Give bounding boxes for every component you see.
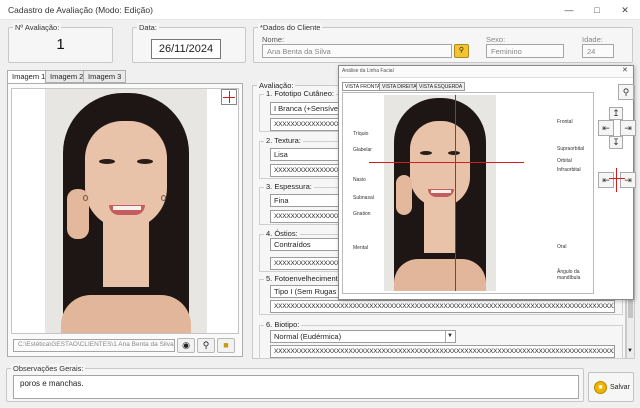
folder-icon[interactable]: ■	[217, 338, 235, 353]
image-path-field[interactable]: C:\Estética\GESTAO\CLIENTES\1 Ana Benta …	[13, 339, 175, 352]
eval-number-label: Nº Avaliação:	[13, 23, 62, 32]
marker-orbital: Orbital	[557, 158, 572, 164]
section-2-notes[interactable]: XXXXXXXXXXXXXXXXXX	[270, 164, 339, 177]
name-field[interactable]: Ana Benta da Silva	[262, 44, 452, 58]
marker-infraorbital: Infraorbital	[557, 167, 581, 173]
vertical-midline	[455, 95, 456, 291]
marker-mandible-angle: Ângulo da mandíbula	[557, 269, 581, 281]
sex-field[interactable]: Feminino	[486, 44, 564, 58]
section-6-value: Normal (Eudérmica)	[274, 332, 342, 341]
section-3-select[interactable]: Fina	[270, 194, 339, 207]
title-bar: Cadastro de Avaliação (Modo: Edição) — □…	[0, 0, 640, 20]
window-title: Cadastro de Avaliação (Modo: Edição)	[8, 5, 153, 15]
sex-label: Sexo:	[486, 35, 506, 44]
section-3-title: 3. Espessura:	[264, 182, 314, 191]
horizontal-eyeline	[369, 162, 524, 163]
section-6-notes[interactable]: XXXXXXXXXXXXXXXXXXXXXXXXXXXXXXXXXXXXXXXX…	[270, 345, 615, 358]
crosshair-button[interactable]	[221, 89, 237, 105]
marker-supraorbital: Supraorbital	[557, 146, 584, 152]
popup-tab-right[interactable]: VISTA DIREITA	[379, 82, 420, 91]
marker-oral: Oral	[557, 244, 567, 250]
date-label: Data:	[137, 23, 159, 32]
marker-frontal: Frontal	[557, 119, 573, 125]
client-group: *Dados do Cliente Nome: Ana Benta da Sil…	[253, 23, 633, 63]
move-down-icon[interactable]: ↧	[609, 136, 623, 149]
marker-mental: Mental	[353, 245, 369, 251]
marker-subnasal: Subnasal	[353, 195, 374, 201]
section-6-select[interactable]: Normal (Eudérmica) ▼	[270, 330, 456, 343]
popup-close-icon[interactable]: ✕	[622, 66, 628, 74]
zoom-icon[interactable]: ⚲	[618, 84, 634, 100]
observations-label: Observações Gerais:	[11, 364, 86, 373]
section-5-notes[interactable]: XXXXXXXXXXXXXXXXXXXXXXXXXXXXXXXXXXXXXXXX…	[270, 300, 615, 313]
camera-icon[interactable]: ◉	[177, 338, 195, 353]
date-field[interactable]: 26/11/2024	[151, 39, 221, 59]
close-icon[interactable]: ✕	[618, 3, 632, 17]
section-6-title: 6. Biotipo:	[264, 320, 302, 329]
popup-portrait	[384, 95, 496, 291]
age-field[interactable]: 24	[582, 44, 614, 58]
section-1-select[interactable]: I Branca (+Sensível)	[270, 102, 339, 115]
eval-number-value: 1	[56, 36, 65, 53]
facial-analysis-popup: Análise da Linha Facial ✕ VISTA FRONTAL …	[338, 65, 634, 300]
popup-title: Análise da Linha Facial	[342, 68, 394, 74]
popup-tab-left[interactable]: VISTA ESQUERDA	[416, 82, 466, 91]
search-image-icon[interactable]: ⚲	[197, 338, 215, 353]
marker-glabelar: Glabelar	[353, 147, 372, 153]
chevron-down-icon[interactable]: ▼	[445, 331, 454, 342]
section-1-title: 1. Fototipo Cutâneo:	[264, 89, 336, 98]
section-5-title: 5. Fotoenvelhecimento	[264, 274, 344, 283]
section-5-select[interactable]: Tipo I (Sem Rugas 2	[270, 285, 339, 298]
save-button[interactable]: ■ Salvar	[588, 372, 634, 402]
search-client-icon[interactable]: ⚲	[454, 44, 469, 58]
age-label: Idade:	[582, 35, 603, 44]
move-right-icon[interactable]: ⇥	[620, 120, 636, 136]
scroll-down-icon[interactable]: ▼	[627, 348, 633, 354]
tab-image-3[interactable]: Imagem 3	[83, 70, 127, 83]
move-up-icon[interactable]: ↥	[609, 107, 623, 120]
tab-image-2[interactable]: Imagem 2	[45, 70, 89, 83]
save-icon: ■	[594, 381, 607, 394]
eval-number-group: Nº Avaliação: 1	[8, 23, 113, 63]
marker-gnation: Gnation	[353, 211, 371, 217]
observations-group: Observações Gerais: poros e manchas.	[6, 364, 584, 402]
section-4-title: 4. Óstios:	[264, 229, 300, 238]
client-group-label: *Dados do Cliente	[258, 23, 323, 32]
section-1-notes[interactable]: XXXXXXXXXXXXXXXXXX	[270, 118, 339, 131]
tab-image-1[interactable]: Imagem 1	[7, 70, 51, 84]
client-portrait	[45, 89, 207, 333]
section-4-notes[interactable]: XXXXXXXXXXXXXXXXXX	[270, 257, 339, 270]
move-left-icon[interactable]: ⇤	[598, 120, 614, 136]
name-label: Nome:	[262, 35, 285, 44]
maximize-icon[interactable]: □	[590, 3, 604, 17]
section-4-select[interactable]: Contraídos	[270, 238, 339, 251]
crosshair-center-button[interactable]	[609, 166, 625, 194]
section-3-notes[interactable]: XXXXXXXXXXXXXXXXXX	[270, 210, 339, 223]
minimize-icon[interactable]: —	[562, 3, 576, 17]
section-2-title: 2. Textura:	[264, 136, 303, 145]
observations-field[interactable]: poros e manchas.	[13, 375, 579, 399]
date-group: Data: 26/11/2024	[132, 23, 246, 63]
save-label: Salvar	[610, 384, 630, 391]
popup-title-bar: Análise da Linha Facial ✕	[339, 66, 633, 78]
section-2-select[interactable]: Lisa	[270, 148, 339, 161]
marker-triquio: Tríquio	[353, 131, 369, 137]
marker-nasio: Nasio	[353, 177, 366, 183]
